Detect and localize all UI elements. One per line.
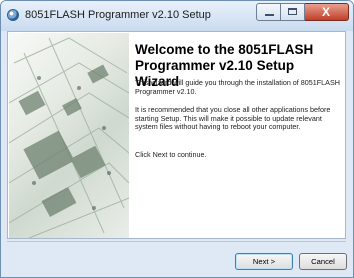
intro-paragraph: This wizard will guide you through the i… xyxy=(135,78,340,96)
next-button[interactable]: Next > xyxy=(235,253,293,270)
maximize-button[interactable] xyxy=(281,3,305,21)
circuit-board-illustration xyxy=(9,33,129,238)
cancel-button[interactable]: Cancel xyxy=(299,253,347,270)
recommendation-paragraph: It is recommended that you close all oth… xyxy=(135,105,331,132)
button-area-divider xyxy=(7,241,346,242)
minimize-icon xyxy=(265,14,274,16)
setup-disc-icon xyxy=(7,9,19,21)
window-title: 8051FLASH Programmer v2.10 Setup xyxy=(25,9,211,21)
circuit-board-art xyxy=(9,37,129,238)
setup-window: 8051FLASH Programmer v2.10 Setup X Welco… xyxy=(0,0,354,278)
minimize-button[interactable] xyxy=(256,3,281,21)
close-button[interactable]: X xyxy=(305,3,349,21)
wizard-content: Welcome to the 8051FLASH Programmer v2.1… xyxy=(7,31,346,239)
title-bar[interactable]: 8051FLASH Programmer v2.10 Setup X xyxy=(1,1,353,31)
continue-instruction: Click Next to continue. xyxy=(135,150,207,159)
close-icon: X xyxy=(321,5,330,19)
maximize-icon xyxy=(288,8,297,15)
